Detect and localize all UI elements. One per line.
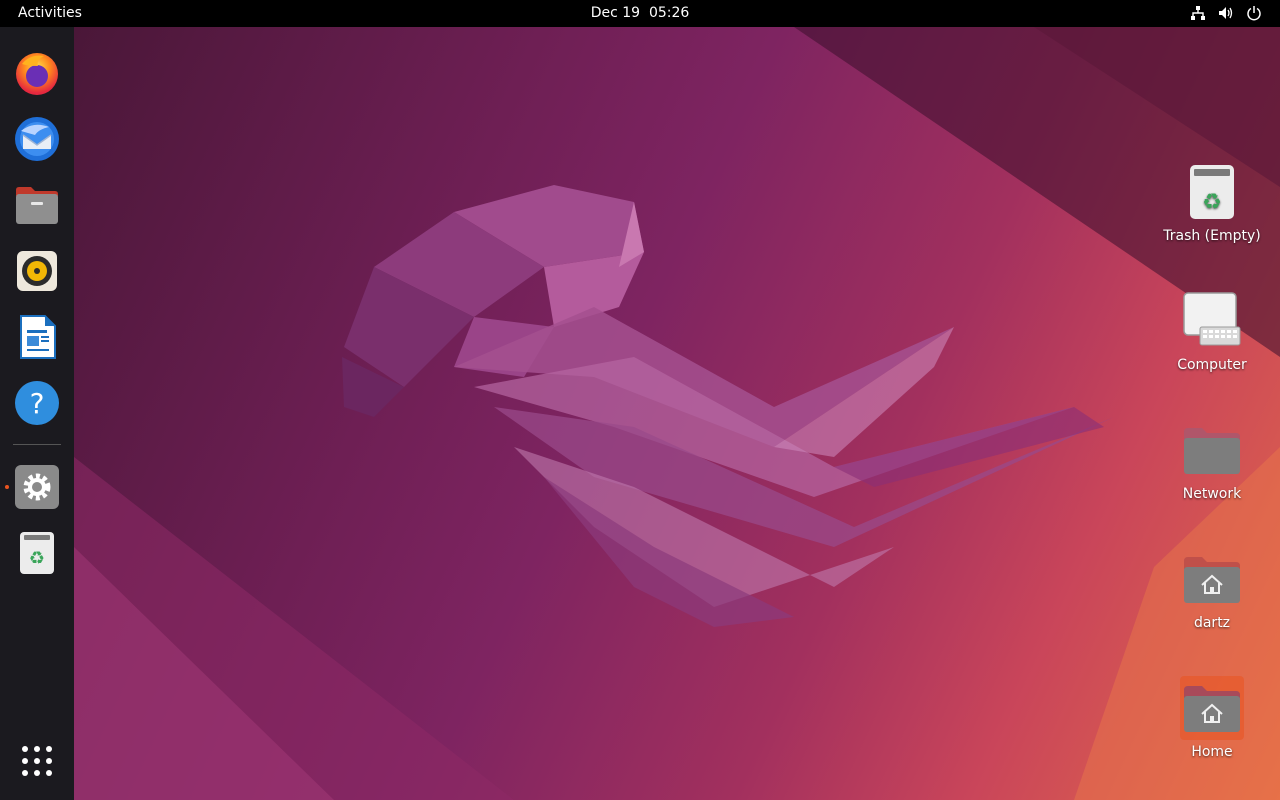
desktop-icon-trash[interactable]: ♻ Trash (Empty) xyxy=(1157,160,1267,244)
dock-libreoffice-writer[interactable] xyxy=(13,313,61,361)
dock-separator xyxy=(13,444,61,445)
network-icon[interactable] xyxy=(1190,5,1206,21)
dock-thunderbird[interactable] xyxy=(13,115,61,163)
desktop-icon-computer[interactable]: Computer xyxy=(1157,289,1267,373)
dock-trash[interactable]: ♻ xyxy=(13,529,61,577)
thunderbird-icon xyxy=(15,117,59,161)
home-folder-icon xyxy=(1184,557,1240,603)
activities-button[interactable]: Activities xyxy=(18,5,82,21)
writer-icon xyxy=(20,315,56,359)
files-icon xyxy=(16,187,58,224)
top-bar: Activities Dec 19 05:26 xyxy=(0,0,1280,27)
computer-icon xyxy=(1183,292,1241,346)
desktop-icon-image: ♻ xyxy=(1180,160,1244,224)
desktop-icon-label: Trash (Empty) xyxy=(1163,228,1261,244)
clock-date: Dec 19 xyxy=(590,5,641,21)
desktop-icon-image xyxy=(1180,289,1244,353)
running-indicator xyxy=(5,485,9,489)
dock-settings[interactable] xyxy=(13,463,61,511)
trash-icon: ♻ xyxy=(20,532,54,574)
dock-files[interactable] xyxy=(13,181,61,229)
desktop-wallpaper[interactable] xyxy=(74,27,1280,800)
svg-text:♻: ♻ xyxy=(29,548,45,569)
jellyfish-wallpaper-art xyxy=(74,27,1280,800)
clock-time: 05:26 xyxy=(648,5,690,21)
desktop-icon-label: Network xyxy=(1182,486,1242,502)
volume-icon[interactable] xyxy=(1218,5,1234,21)
svg-text:♻: ♻ xyxy=(1202,190,1222,215)
svg-text:?: ? xyxy=(30,387,45,420)
settings-icon xyxy=(15,465,59,509)
desktop-icon-image xyxy=(1180,676,1244,740)
trash-icon: ♻ xyxy=(1190,165,1234,219)
power-icon[interactable] xyxy=(1246,5,1262,21)
desktop-icon-dartz[interactable]: dartz xyxy=(1157,547,1267,631)
desktop-icon-network[interactable]: Network xyxy=(1157,418,1267,502)
home-folder-icon xyxy=(1184,686,1240,732)
help-icon: ? xyxy=(15,381,59,425)
desktop-icon-label: dartz xyxy=(1193,615,1231,631)
clock: Dec 19 05:26 xyxy=(0,5,1280,21)
dock: ? ♻ xyxy=(0,27,74,800)
dock-help[interactable]: ? xyxy=(13,379,61,427)
folder-icon xyxy=(1184,428,1240,474)
show-applications-button[interactable] xyxy=(13,737,61,785)
app-grid-icon xyxy=(22,746,52,776)
desktop-icon-image xyxy=(1180,418,1244,482)
firefox-icon xyxy=(16,53,58,95)
system-tray[interactable] xyxy=(1190,5,1262,21)
date-time-button[interactable]: Dec 19 05:26 xyxy=(591,5,690,21)
desktop-icon-label: Home xyxy=(1191,744,1233,760)
dock-rhythmbox[interactable] xyxy=(13,247,61,295)
desktop-icon-image xyxy=(1180,547,1244,611)
rhythmbox-icon xyxy=(17,251,57,291)
desktop-icon-label: Computer xyxy=(1177,357,1247,373)
dock-firefox[interactable] xyxy=(13,49,61,97)
desktop-icon-home[interactable]: Home xyxy=(1157,676,1267,760)
